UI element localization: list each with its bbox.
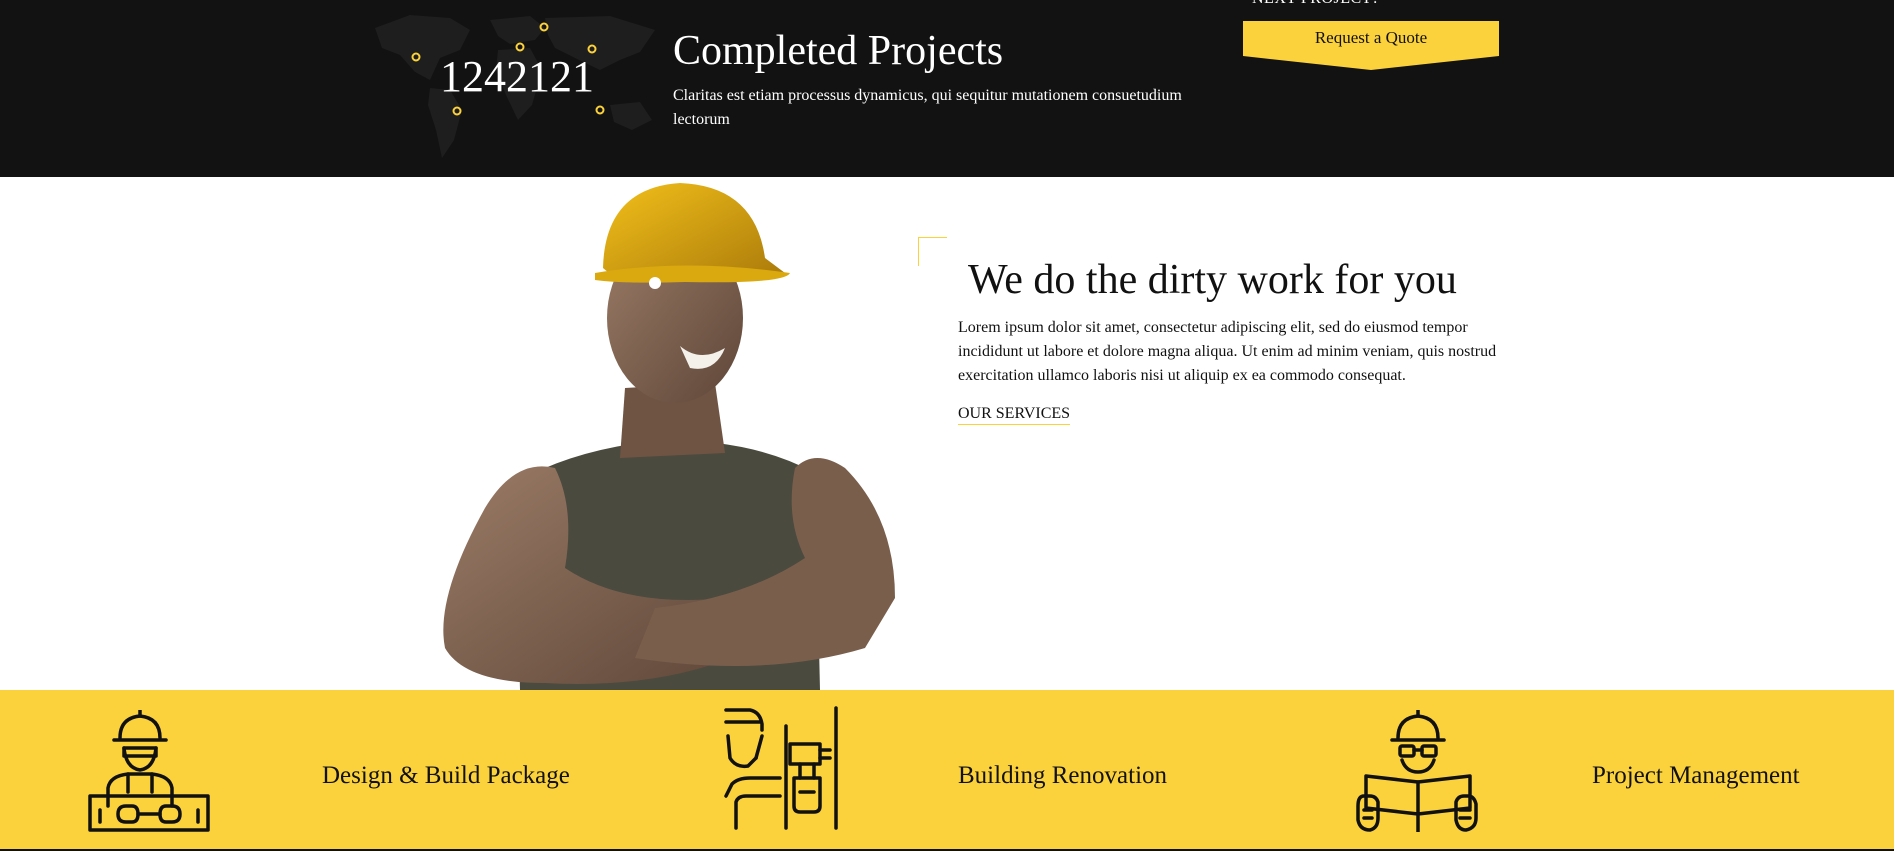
services-band: Design & Build Package Building Renovati…	[0, 690, 1894, 851]
our-services-link[interactable]: OUR SERVICES	[958, 404, 1071, 425]
worker-reading-plans-icon	[1356, 710, 1478, 832]
projects-counter: 1242121	[440, 52, 594, 101]
service-label-renovation: Building Renovation	[958, 762, 1168, 789]
hero-title: We do the dirty work for you	[968, 257, 1457, 303]
hero-text: Lorem ipsum dolor sit amet, consectetur …	[958, 319, 1497, 384]
worker-with-toolbox-icon	[88, 710, 210, 832]
request-quote-label: Request a Quote	[1314, 28, 1428, 47]
stats-description: Claritas est etiam processus dynamicus, …	[673, 87, 1182, 128]
service-label-design-build: Design & Build Package	[322, 762, 570, 789]
decorative-corner	[918, 237, 947, 266]
stats-title: Completed Projects	[673, 28, 1004, 74]
service-label-project-management: Project Management	[1592, 762, 1800, 789]
next-project-label: NEXT PROJECT?	[1252, 0, 1380, 8]
construction-worker-image	[443, 183, 895, 690]
request-quote-button[interactable]: Request a Quote	[1243, 21, 1499, 71]
worker-with-drill-icon	[724, 706, 838, 830]
stats-band: 1242121 Completed Projects Claritas est …	[0, 0, 1894, 177]
